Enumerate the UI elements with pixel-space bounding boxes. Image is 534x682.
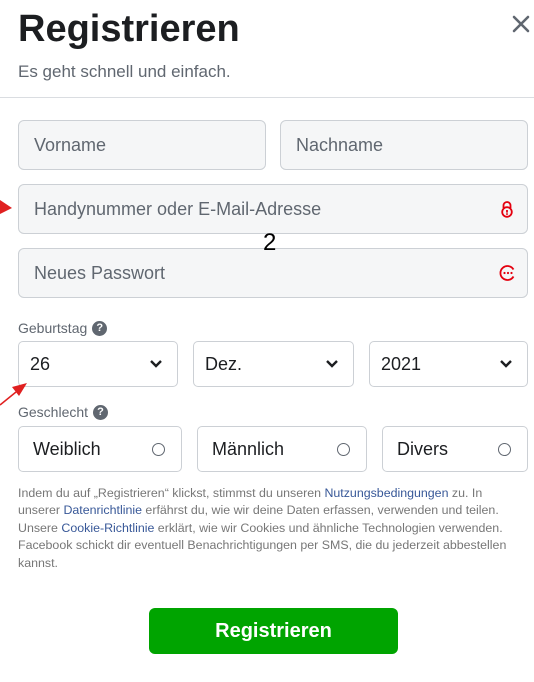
cookie-policy-link[interactable]: Cookie-Richtlinie <box>61 521 154 535</box>
password-warning-icon <box>499 265 515 281</box>
annotation-arrow-1 <box>0 200 12 214</box>
birthday-label: Geburtstag ? <box>18 320 108 336</box>
gender-option-label: Männlich <box>212 438 285 459</box>
register-button[interactable]: Registrieren <box>149 608 398 654</box>
gender-label-text: Geschlecht <box>18 404 89 420</box>
terms-link[interactable]: Nutzungsbedingungen <box>324 486 448 500</box>
birthday-month-value: Dez. <box>205 353 243 374</box>
contact-placeholder: Handynummer oder E-Mail-Adresse <box>34 198 322 219</box>
birthday-year-select[interactable]: 2021 <box>369 341 528 387</box>
first-name-placeholder: Vorname <box>34 134 107 155</box>
dialog-subtitle: Es geht schnell und einfach. <box>18 62 231 81</box>
help-icon[interactable]: ? <box>92 320 108 336</box>
help-icon[interactable]: ? <box>93 404 109 420</box>
first-name-input[interactable]: Vorname <box>18 120 266 170</box>
chevron-down-icon <box>150 360 162 368</box>
close-icon[interactable] <box>509 12 533 36</box>
birthday-day-select[interactable]: 26 <box>18 341 178 387</box>
warning-lock-icon <box>501 201 513 218</box>
header-divider <box>0 97 534 98</box>
chevron-down-icon <box>326 360 338 368</box>
gender-option-label: Divers <box>397 438 449 459</box>
last-name-input[interactable]: Nachname <box>280 120 528 170</box>
dialog-title: Registrieren <box>18 8 240 50</box>
terms-text: Indem du auf „Registrieren“ klickst, sti… <box>18 485 518 572</box>
gender-option-weiblich[interactable]: Weiblich <box>18 426 182 472</box>
contact-input[interactable]: Handynummer oder E-Mail-Adresse <box>18 184 528 234</box>
chevron-down-icon <box>500 360 512 368</box>
radio-icon[interactable] <box>498 443 511 456</box>
birthday-year-value: 2021 <box>381 353 422 374</box>
annotation-number: 2 <box>263 229 277 256</box>
gender-option-label: Weiblich <box>33 438 101 459</box>
radio-icon[interactable] <box>337 443 350 456</box>
birthday-month-select[interactable]: Dez. <box>193 341 354 387</box>
radio-icon[interactable] <box>152 443 165 456</box>
terms-text-part: Indem du auf „Registrieren“ klickst, sti… <box>18 486 325 500</box>
gender-label: Geschlecht ? <box>18 404 109 420</box>
last-name-placeholder: Nachname <box>296 134 384 155</box>
birthday-day-value: 26 <box>30 353 51 374</box>
birthday-label-text: Geburtstag <box>18 320 88 336</box>
gender-option-divers[interactable]: Divers <box>382 426 528 472</box>
gender-option-maennlich[interactable]: Männlich <box>197 426 367 472</box>
data-policy-link[interactable]: Datenrichtlinie <box>63 503 142 517</box>
password-placeholder: Neues Passwort <box>34 262 166 283</box>
